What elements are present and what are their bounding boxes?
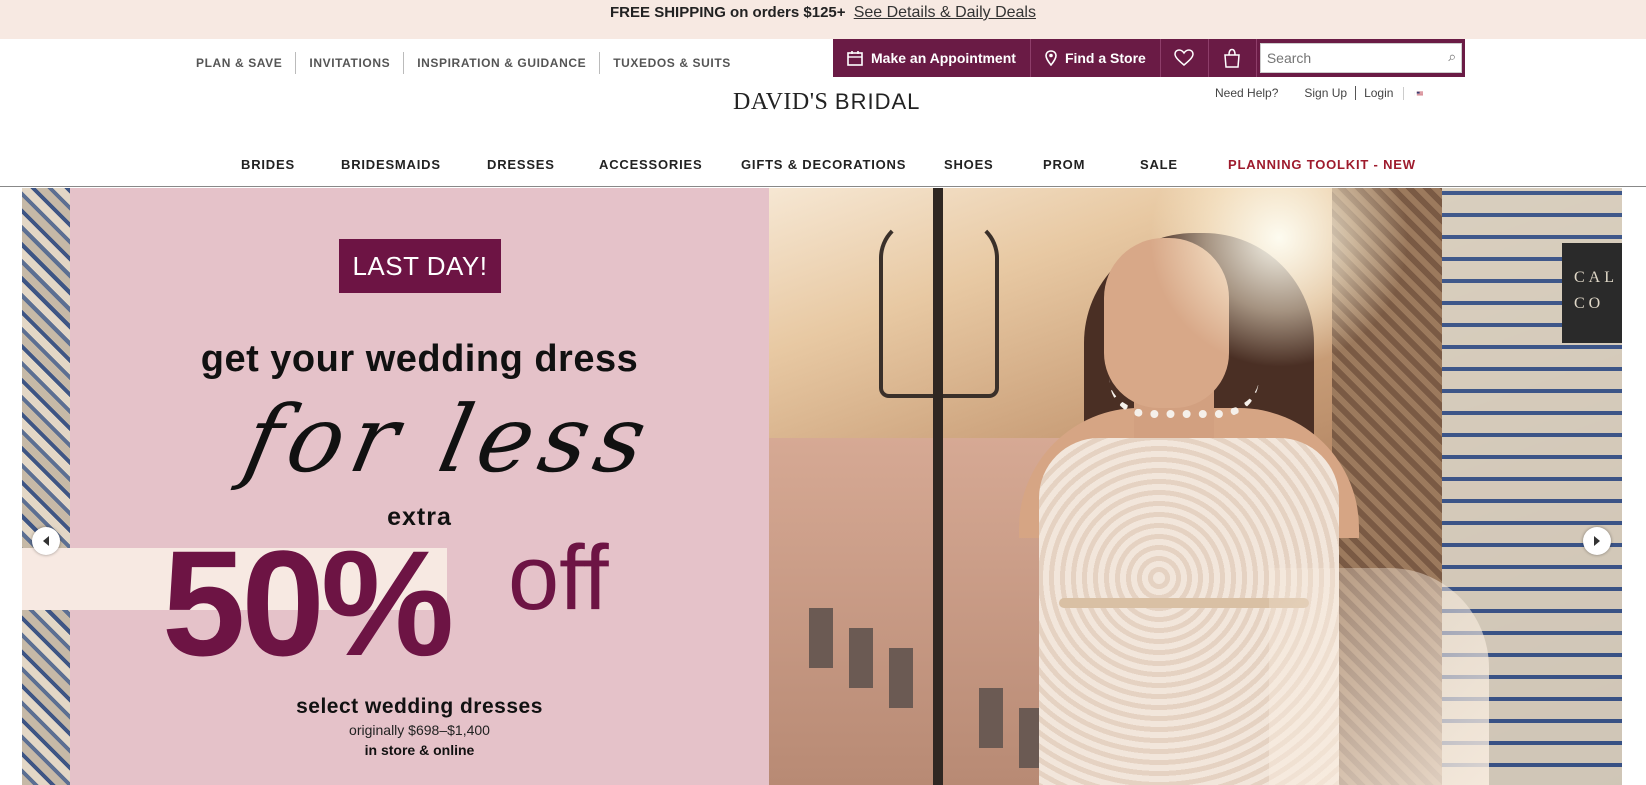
util-link-plan-save[interactable]: PLAN & SAVE bbox=[183, 52, 297, 74]
shopping-bag-icon bbox=[1224, 48, 1241, 68]
nav-accessories[interactable]: ACCESSORIES bbox=[599, 157, 702, 172]
necklace bbox=[1109, 378, 1259, 418]
select-dresses-text: select wedding dresses bbox=[296, 695, 543, 718]
account-divider bbox=[1355, 86, 1357, 100]
find-store-label: Find a Store bbox=[1064, 50, 1146, 66]
wishlist-button[interactable] bbox=[1161, 39, 1209, 77]
cart-button[interactable] bbox=[1209, 39, 1257, 77]
hero-headline: get your wedding dress bbox=[200, 338, 639, 380]
util-link-invitations[interactable]: INVITATIONS bbox=[296, 52, 405, 74]
nav-dresses[interactable]: DRESSES bbox=[487, 157, 555, 172]
wall-sign: CAL CO bbox=[1562, 243, 1622, 343]
us-flag-icon[interactable] bbox=[1403, 86, 1424, 100]
nav-gifts-decorations[interactable]: GIFTS & DECORATIONS bbox=[741, 157, 906, 172]
brand-logo[interactable]: DAVID'S BRIDAL bbox=[733, 89, 920, 116]
nav-shoes[interactable]: SHOES bbox=[944, 157, 994, 172]
search-box bbox=[1259, 43, 1462, 73]
heart-icon bbox=[1174, 49, 1195, 66]
find-store-button[interactable]: Find a Store bbox=[1031, 39, 1161, 77]
lamp-pole bbox=[933, 188, 943, 785]
logo-suffix: BRIDAL bbox=[834, 89, 921, 114]
discount-percent: 50% bbox=[162, 519, 454, 687]
window bbox=[809, 608, 833, 668]
window bbox=[849, 628, 873, 688]
off-text: off bbox=[508, 527, 609, 629]
login-link[interactable]: Login bbox=[1364, 86, 1393, 100]
search-input[interactable] bbox=[1266, 50, 1448, 66]
promo-bar: FREE SHIPPING on orders $125+ See Detail… bbox=[0, 0, 1646, 39]
appointment-label: Make an Appointment bbox=[871, 50, 1016, 66]
nav-prom[interactable]: PROM bbox=[1043, 157, 1085, 172]
nav-sale[interactable]: SALE bbox=[1140, 157, 1178, 172]
carousel-next-button[interactable] bbox=[1583, 527, 1611, 555]
need-help-link[interactable]: Need Help? bbox=[1215, 86, 1278, 100]
tile-background bbox=[22, 188, 70, 785]
window bbox=[979, 688, 1003, 748]
script-text: for less bbox=[235, 386, 664, 493]
location-pin-icon bbox=[1045, 50, 1057, 66]
util-link-tuxedos[interactable]: TUXEDOS & SUITS bbox=[600, 52, 744, 74]
nav-planning-toolkit[interactable]: PLANNING TOOLKIT - NEW bbox=[1228, 157, 1416, 172]
account-links: Need Help? Sign Up Login bbox=[1215, 86, 1424, 100]
utility-nav: PLAN & SAVE INVITATIONS INSPIRATION & GU… bbox=[183, 52, 744, 74]
make-appointment-button[interactable]: Make an Appointment bbox=[833, 39, 1031, 77]
promo-text: FREE SHIPPING on orders $125+ bbox=[610, 4, 846, 21]
window bbox=[889, 648, 913, 708]
hero-banner[interactable]: CAL CO LAST DAY! get your wedding dress … bbox=[22, 188, 1622, 785]
logo-name: DAVID'S bbox=[733, 89, 829, 115]
search-container bbox=[1256, 39, 1465, 77]
arrow-left-icon bbox=[43, 536, 49, 546]
nav-brides[interactable]: BRIDES bbox=[241, 157, 295, 172]
nav-bridesmaids[interactable]: BRIDESMAIDS bbox=[341, 157, 441, 172]
action-bar: Make an Appointment Find a Store bbox=[833, 39, 1465, 77]
original-price-text: originally $698–$1,400 bbox=[349, 722, 490, 738]
bride-photo: CAL CO bbox=[769, 188, 1622, 785]
in-store-online-text: in store & online bbox=[364, 742, 475, 758]
last-day-badge: LAST DAY! bbox=[339, 239, 501, 293]
promo-details-link[interactable]: See Details & Daily Deals bbox=[854, 4, 1036, 21]
signup-link[interactable]: Sign Up bbox=[1304, 86, 1347, 100]
search-icon[interactable] bbox=[1448, 49, 1455, 67]
carousel-prev-button[interactable] bbox=[32, 527, 60, 555]
calendar-icon bbox=[847, 51, 863, 66]
main-nav: BRIDES BRIDESMAIDS DRESSES ACCESSORIES G… bbox=[0, 147, 1646, 187]
util-link-inspiration[interactable]: INSPIRATION & GUIDANCE bbox=[404, 52, 601, 74]
arrow-right-icon bbox=[1594, 536, 1600, 546]
veil bbox=[1269, 568, 1489, 785]
